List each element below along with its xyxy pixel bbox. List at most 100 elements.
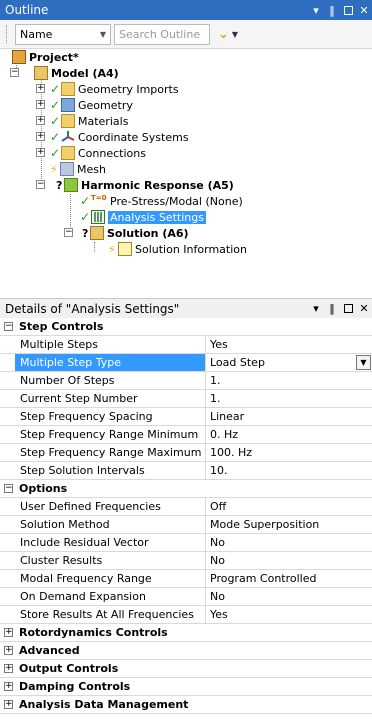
tree-item-solution-information[interactable]: ⚡ Solution Information xyxy=(108,241,247,257)
expand-icon[interactable]: + xyxy=(4,628,13,637)
outline-title-bar: Outline ▾ ‖ ✕ xyxy=(0,0,372,20)
coordinate-systems-icon xyxy=(61,130,75,144)
pin-icon[interactable]: ‖ xyxy=(324,299,340,319)
name-filter-combo[interactable]: Name ▼ xyxy=(15,23,111,45)
harmonic-response-icon xyxy=(64,178,78,192)
maximize-icon[interactable] xyxy=(340,0,356,20)
toolbar-grip[interactable] xyxy=(6,25,9,43)
collapse-icon[interactable]: − xyxy=(10,68,19,77)
dropdown-icon[interactable]: ▾ xyxy=(308,0,324,20)
dropdown-icon[interactable]: ▾ xyxy=(308,299,324,319)
multiple-step-type-select[interactable]: Load Step ▼ xyxy=(206,354,372,371)
section-advanced[interactable]: + Advanced xyxy=(0,642,372,660)
expand-icon[interactable]: + xyxy=(4,700,13,709)
collapse-icon[interactable]: − xyxy=(4,484,13,493)
details-row[interactable]: Current Step Number 1. xyxy=(0,390,372,408)
section-label: Options xyxy=(19,482,68,495)
collapse-icon[interactable]: − xyxy=(36,180,45,189)
collapse-icon[interactable]: − xyxy=(4,322,13,331)
tree-item-mesh[interactable]: ⚡ Mesh xyxy=(50,161,106,177)
tree-item-connections[interactable]: + ✓ Connections xyxy=(36,145,146,161)
close-icon[interactable]: ✕ xyxy=(356,299,372,319)
expand-icon[interactable]: + xyxy=(36,100,45,109)
expand-icon[interactable]: + xyxy=(36,84,45,93)
details-row[interactable]: Modal Frequency Range Program Controlled xyxy=(0,570,372,588)
tree-item-label: Analysis Settings xyxy=(108,210,206,224)
details-row[interactable]: On Demand Expansion No xyxy=(0,588,372,606)
details-row-value[interactable]: No xyxy=(206,552,372,569)
details-row[interactable]: Step Frequency Range Maximum 100. Hz xyxy=(0,444,372,462)
section-label: Step Controls xyxy=(19,320,104,333)
check-icon: ✓ xyxy=(50,98,61,112)
details-row[interactable]: Step Frequency Spacing Linear xyxy=(0,408,372,426)
tree-item-label: Solution Information xyxy=(135,242,247,256)
details-row[interactable]: Store Results At All Frequencies Yes xyxy=(0,606,372,624)
outline-toolbar: Name ▼ Search Outline ⌄ ▼ xyxy=(0,20,372,49)
expand-icon[interactable]: + xyxy=(36,148,45,157)
details-row-label: Step Frequency Spacing xyxy=(15,408,206,425)
details-row-value[interactable]: 10. xyxy=(206,462,372,479)
details-row-selected[interactable]: Multiple Step Type Load Step ▼ xyxy=(0,354,372,372)
name-filter-value: Name xyxy=(20,27,53,41)
chevron-down-icon[interactable]: ⌄ xyxy=(218,27,229,42)
tree-item-analysis-settings[interactable]: ✓ Analysis Settings xyxy=(80,209,206,225)
expand-icon[interactable]: + xyxy=(4,646,13,655)
maximize-icon[interactable] xyxy=(340,299,356,319)
chevron-down-icon[interactable]: ▼ xyxy=(356,355,371,370)
dropdown-arrow-icon[interactable]: ▼ xyxy=(232,30,238,39)
details-row[interactable]: Multiple Steps Yes xyxy=(0,336,372,354)
details-row[interactable]: Include Residual Vector No xyxy=(0,534,372,552)
tree-item-geometry[interactable]: + ✓ Geometry xyxy=(36,97,133,113)
details-row-label: Step Frequency Range Maximum xyxy=(15,444,206,461)
tree-item-solution[interactable]: − ? Solution (A6) xyxy=(64,225,189,241)
details-row-value[interactable]: Yes xyxy=(206,336,372,353)
details-row-value[interactable]: 0. Hz xyxy=(206,426,372,443)
analysis-settings-icon xyxy=(91,210,105,224)
section-step-controls[interactable]: − Step Controls xyxy=(0,318,372,336)
tree-item-label: Materials xyxy=(78,114,129,128)
details-row[interactable]: Cluster Results No xyxy=(0,552,372,570)
tree-item-prestress[interactable]: ✓ T=0 Pre-Stress/Modal (None) xyxy=(80,193,243,209)
tree-item-model[interactable]: − Model (A4) xyxy=(10,65,119,81)
collapse-icon[interactable]: − xyxy=(64,228,73,237)
details-row[interactable]: Solution Method Mode Superposition xyxy=(0,516,372,534)
outline-tree: Project* − Model (A4) + ✓ Geometry Impor… xyxy=(0,49,372,298)
expand-icon[interactable]: + xyxy=(4,682,13,691)
details-row[interactable]: Step Frequency Range Minimum 0. Hz xyxy=(0,426,372,444)
details-row-value[interactable]: Off xyxy=(206,498,372,515)
tree-item-harmonic-response[interactable]: − ? Harmonic Response (A5) xyxy=(36,177,234,193)
details-row[interactable]: Number Of Steps 1. xyxy=(0,372,372,390)
details-row-value[interactable]: No xyxy=(206,588,372,605)
check-icon: ✓ xyxy=(50,146,61,160)
close-icon[interactable]: ✕ xyxy=(356,0,372,20)
section-output-controls[interactable]: + Output Controls xyxy=(0,660,372,678)
details-row-value[interactable]: Yes xyxy=(206,606,372,623)
search-input[interactable]: Search Outline xyxy=(114,23,210,45)
tree-item-project[interactable]: Project* xyxy=(12,49,79,65)
section-rotordynamics-controls[interactable]: + Rotordynamics Controls xyxy=(0,624,372,642)
details-row[interactable]: User Defined Frequencies Off xyxy=(0,498,372,516)
connections-icon xyxy=(61,146,75,160)
section-analysis-data-management[interactable]: + Analysis Data Management xyxy=(0,696,372,714)
expand-icon[interactable]: + xyxy=(36,116,45,125)
tree-item-label: Pre-Stress/Modal (None) xyxy=(110,194,243,208)
details-row-value[interactable]: Linear xyxy=(206,408,372,425)
expand-icon[interactable]: + xyxy=(36,132,45,141)
details-title-bar: Details of "Analysis Settings" ▾ ‖ ✕ xyxy=(0,298,372,318)
details-row-label: On Demand Expansion xyxy=(15,588,206,605)
section-options[interactable]: − Options xyxy=(0,480,372,498)
expand-icon[interactable]: + xyxy=(4,664,13,673)
check-icon: ✓ xyxy=(80,194,91,208)
section-damping-controls[interactable]: + Damping Controls xyxy=(0,678,372,696)
details-row-value[interactable]: 1. xyxy=(206,372,372,389)
tree-item-geometry-imports[interactable]: + ✓ Geometry Imports xyxy=(36,81,179,97)
tree-item-coordinate-systems[interactable]: + ✓ Coordinate Systems xyxy=(36,129,189,145)
details-row-value[interactable]: 1. xyxy=(206,390,372,407)
pin-icon[interactable]: ‖ xyxy=(324,0,340,20)
details-row-value[interactable]: Program Controlled xyxy=(206,570,372,587)
details-row-value[interactable]: 100. Hz xyxy=(206,444,372,461)
tree-item-materials[interactable]: + ✓ Materials xyxy=(36,113,128,129)
details-row-value[interactable]: No xyxy=(206,534,372,551)
details-row[interactable]: Step Solution Intervals 10. xyxy=(0,462,372,480)
details-row-value[interactable]: Mode Superposition xyxy=(206,516,372,533)
